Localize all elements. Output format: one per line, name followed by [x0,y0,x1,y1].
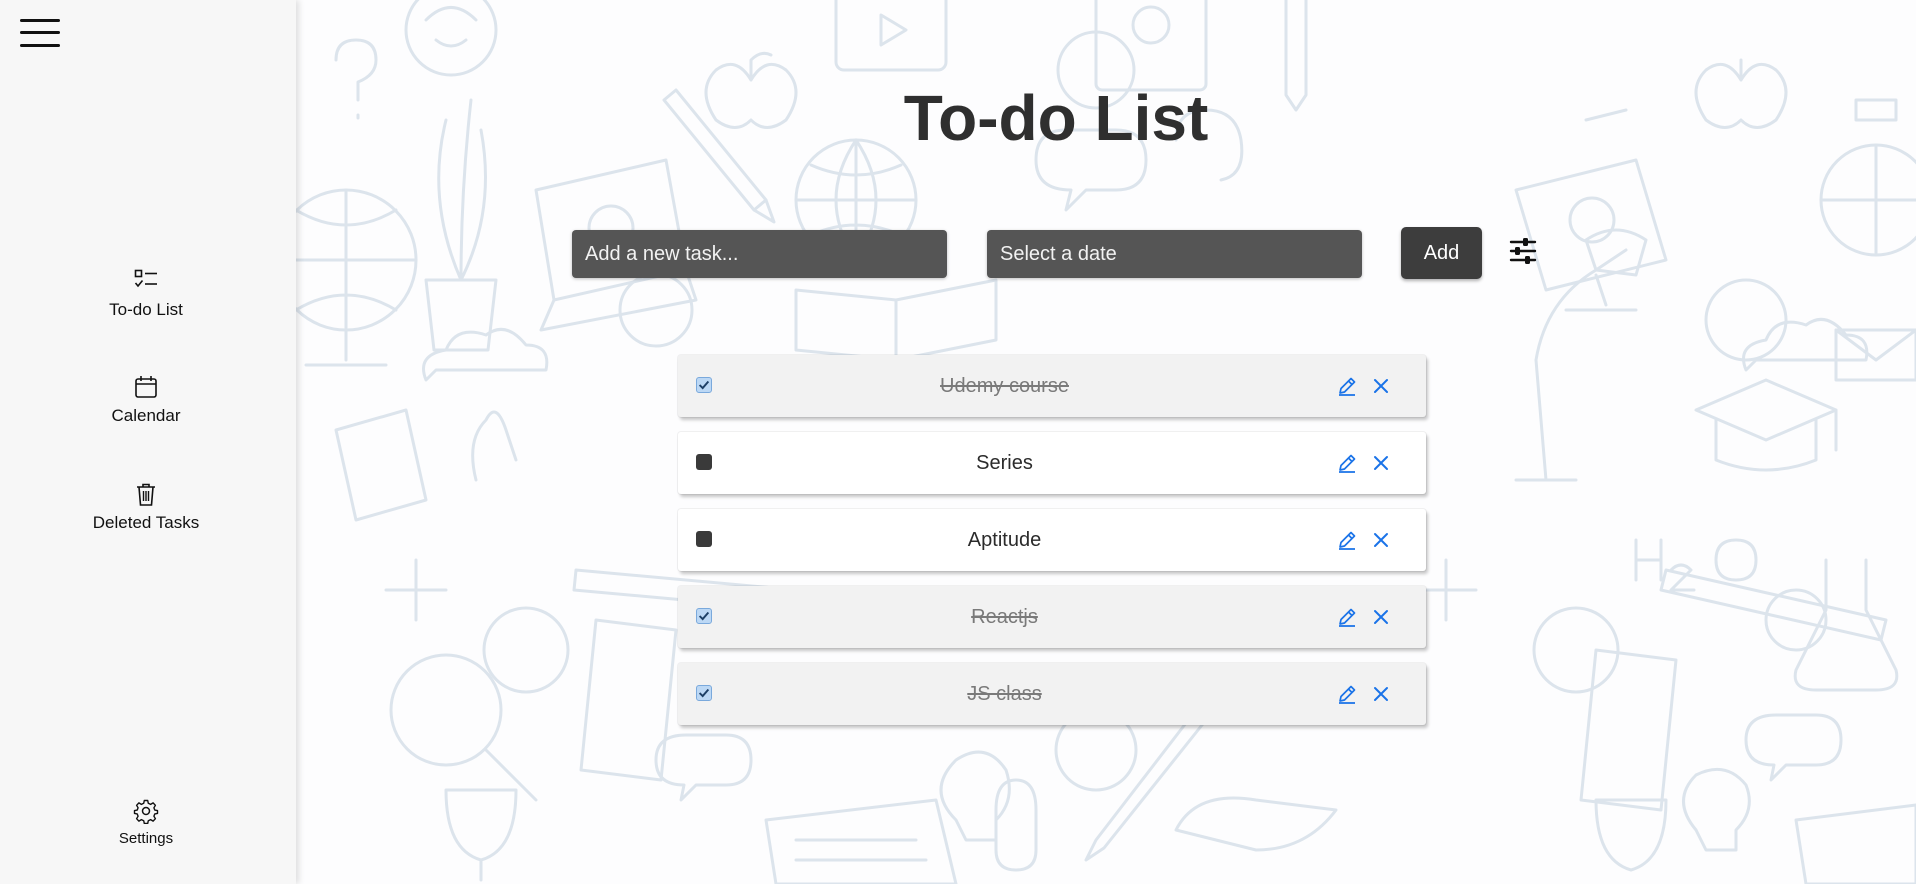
pencil-icon[interactable] [1336,452,1358,474]
add-task-button[interactable]: Add [1401,227,1482,279]
close-icon[interactable] [1371,453,1391,473]
new-task-input[interactable] [572,230,947,278]
task-checkbox[interactable] [696,377,712,393]
task-checkbox[interactable] [696,454,712,470]
hamburger-menu-icon[interactable] [20,17,60,49]
sidebar-item-label: Settings [118,830,174,847]
sidebar-item-label: Calendar [111,406,181,425]
task-row: Series [678,432,1426,494]
task-row: Aptitude [678,509,1426,571]
task-text: Series [976,452,1033,474]
close-icon[interactable] [1371,530,1391,550]
task-checkbox[interactable] [696,608,712,624]
trash-icon [137,483,155,506]
pencil-icon[interactable] [1336,683,1358,705]
close-icon[interactable] [1371,607,1391,627]
main-content: To-do List Add Udemy course [296,0,1916,884]
calendar-icon [135,376,157,398]
close-icon[interactable] [1371,684,1391,704]
page-title: To-do List [903,82,1209,154]
gear-icon [133,799,159,824]
pencil-icon[interactable] [1336,606,1358,628]
task-text: Aptitude [967,529,1042,551]
task-row: Udemy course [678,355,1426,417]
task-checkbox[interactable] [696,531,712,547]
sidebar-item-todo-list[interactable]: To-do List [0,268,292,320]
sidebar-item-settings[interactable]: Settings [0,798,292,848]
sidebar-item-label: To-do List [109,300,183,319]
task-row: Reactjs [678,586,1426,648]
task-checkbox[interactable] [696,685,712,701]
pencil-icon[interactable] [1336,375,1358,397]
task-text: Udemy course [940,375,1069,397]
checklist-icon [134,269,157,288]
sliders-icon[interactable] [1508,236,1538,266]
date-picker-input[interactable] [987,230,1362,278]
task-row: JS class [678,663,1426,725]
sidebar-item-deleted-tasks[interactable]: Deleted Tasks [0,481,292,533]
pencil-icon[interactable] [1336,529,1358,551]
sidebar: To-do List Calendar Deleted Tasks Settin… [0,0,296,884]
sidebar-item-label: Deleted Tasks [92,513,200,532]
task-text: Reactjs [971,606,1038,628]
close-icon[interactable] [1371,376,1391,396]
sidebar-item-calendar[interactable]: Calendar [0,374,292,426]
task-text: JS class [967,683,1042,705]
task-list: Udemy course Series Aptitude Reactjs JS … [678,355,1426,740]
